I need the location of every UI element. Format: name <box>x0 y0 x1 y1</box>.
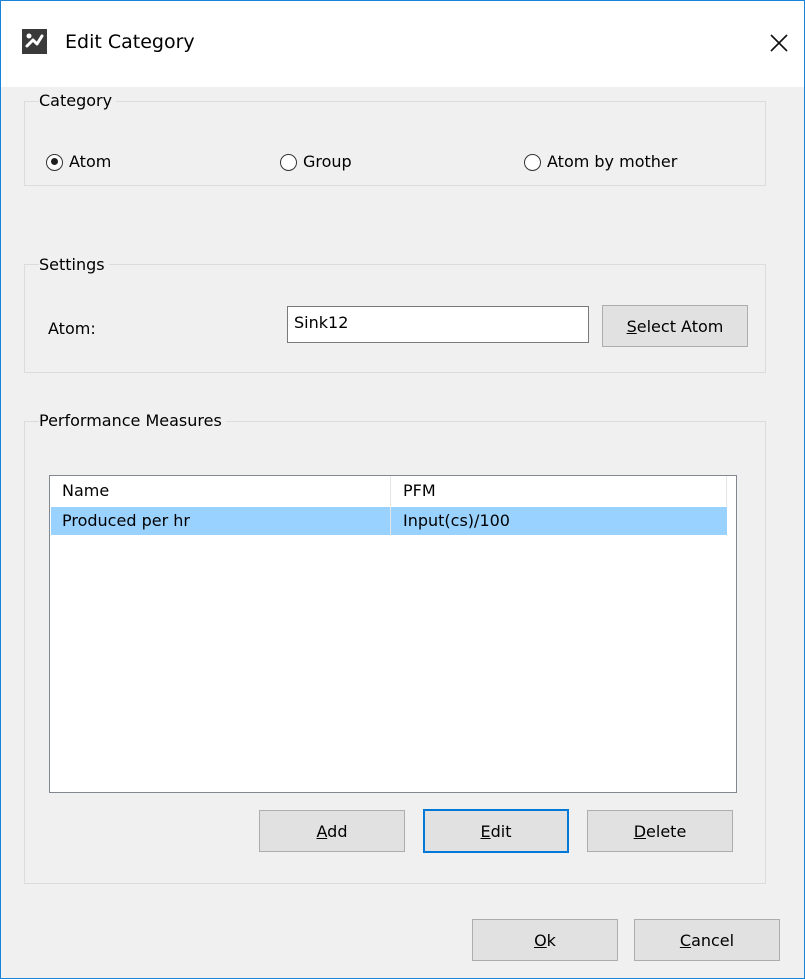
cancel-mnemonic: C <box>679 930 692 950</box>
category-group <box>24 101 766 186</box>
title-bar: Edit Category <box>1 1 804 87</box>
row-pfm-cell: Input(cs)/100 <box>403 511 510 530</box>
atom-input[interactable]: Sink12 <box>287 306 589 343</box>
category-group-title: Category <box>39 91 117 111</box>
window-title: Edit Category <box>65 31 195 53</box>
ok-mnemonic: O <box>534 930 547 950</box>
atom-field-label: Atom: <box>48 319 96 338</box>
radio-atom-by-mother-label: Atom by mother <box>547 152 678 171</box>
close-button[interactable] <box>761 25 797 61</box>
delete-button[interactable]: Delete <box>587 810 733 852</box>
edit-mnemonic: E <box>480 821 491 841</box>
table-row[interactable]: Produced per hr Input(cs)/100 <box>51 507 727 535</box>
radio-atom-by-mother-indicator <box>524 153 541 171</box>
column-header-name[interactable]: Name <box>50 476 390 506</box>
column-header-pfm[interactable]: PFM <box>391 476 726 506</box>
radio-group-indicator <box>280 153 297 171</box>
app-logo-icon <box>22 29 47 54</box>
pfm-list[interactable]: Name PFM Produced per hr Input(cs)/100 <box>49 475 737 793</box>
radio-atom-indicator <box>46 153 63 171</box>
select-atom-button[interactable]: Select Atom <box>602 305 748 347</box>
cancel-label: ancel <box>691 930 735 950</box>
radio-atom-label: Atom <box>69 152 112 171</box>
edit-button[interactable]: Edit <box>423 809 569 853</box>
add-mnemonic: A <box>316 821 328 841</box>
add-label: dd <box>327 821 348 841</box>
performance-group-title: Performance Measures <box>39 411 226 431</box>
cancel-button[interactable]: Cancel <box>634 919 780 961</box>
ok-button[interactable]: Ok <box>472 919 618 961</box>
close-icon <box>770 34 788 52</box>
ok-label: k <box>546 930 556 950</box>
delete-mnemonic: D <box>633 821 647 841</box>
radio-group-label: Group <box>303 152 352 171</box>
radio-atom-by-mother[interactable]: Atom by mother <box>524 152 677 172</box>
settings-group-title: Settings <box>39 255 109 275</box>
delete-label: elete <box>646 821 687 841</box>
add-button[interactable]: Add <box>259 810 405 852</box>
select-atom-label: elect Atom <box>636 316 724 336</box>
column-divider-end <box>726 476 727 506</box>
radio-atom[interactable]: Atom <box>46 152 111 172</box>
radio-group[interactable]: Group <box>280 152 352 172</box>
row-name-cell: Produced per hr <box>62 511 190 530</box>
edit-category-dialog: Edit Category Category Atom Group Atom b… <box>0 0 805 979</box>
edit-label: dit <box>490 821 512 841</box>
select-atom-mnemonic: S <box>626 316 637 336</box>
pfm-list-header: Name PFM <box>50 476 736 506</box>
